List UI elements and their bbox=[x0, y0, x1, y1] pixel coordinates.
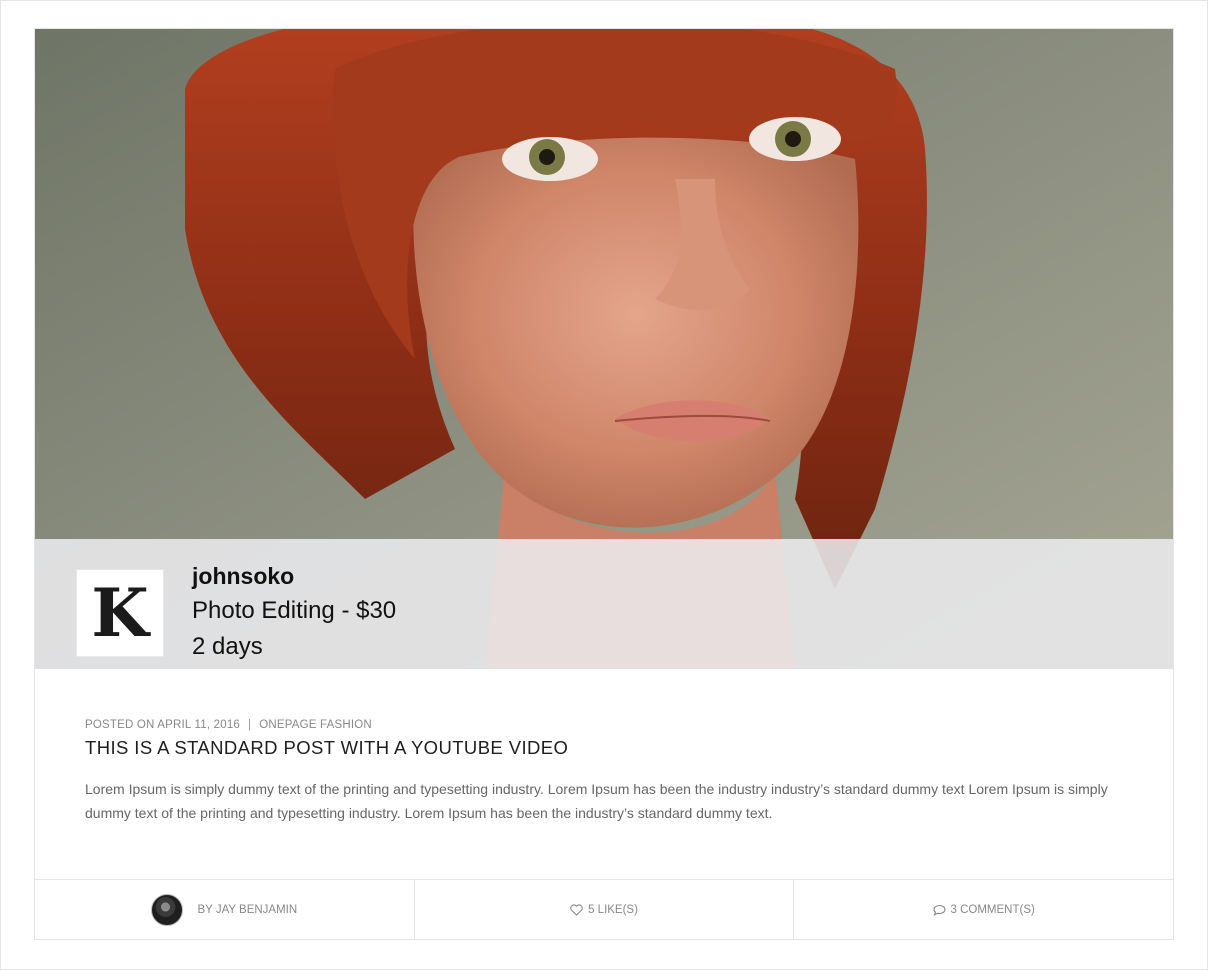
service-price: Photo Editing - $30 bbox=[192, 597, 397, 624]
post-meta: POSTED ON APRIL 11, 2016 | ONEPAGE FASHION bbox=[85, 719, 1125, 731]
meta-separator: | bbox=[248, 719, 252, 731]
post-excerpt: Lorem Ipsum is simply dummy text of the … bbox=[85, 781, 1108, 821]
author-name: BY JAY BENJAMIN bbox=[197, 904, 298, 916]
comments-button[interactable]: 3 COMMENT(S) bbox=[793, 880, 1173, 940]
likes-count: 5 LIKE(S) bbox=[588, 904, 638, 916]
comment-icon bbox=[932, 904, 946, 916]
delivery-duration: 2 days bbox=[192, 633, 263, 660]
post-title[interactable]: THIS IS A STANDARD POST WITH A YOUTUBE V… bbox=[85, 737, 1125, 759]
post-featured-image[interactable]: K johnsoko Photo Editing - $30 2 days bbox=[35, 29, 1173, 669]
post-author[interactable]: BY JAY BENJAMIN bbox=[35, 880, 414, 940]
likes-button[interactable]: 5 LIKE(S) bbox=[413, 880, 794, 940]
post-content: POSTED ON APRIL 11, 2016 | ONEPAGE FASHION… bbox=[85, 719, 1125, 825]
seller-logo-letter: K bbox=[91, 574, 149, 652]
post-date: POSTED ON APRIL 11, 2016 bbox=[85, 719, 241, 731]
post-category-link[interactable]: ONEPAGE FASHION bbox=[259, 719, 372, 731]
blog-post-card: K johnsoko Photo Editing - $30 2 days PO… bbox=[34, 28, 1174, 940]
heart-icon bbox=[570, 904, 583, 916]
comments-count: 3 COMMENT(S) bbox=[950, 904, 1035, 916]
seller-logo: K bbox=[77, 570, 163, 656]
seller-name: johnsoko bbox=[192, 563, 295, 589]
seller-info: johnsoko Photo Editing - $30 2 days bbox=[192, 561, 396, 665]
post-footer: BY JAY BENJAMIN 5 LIKE(S) 3 COMMENT(S) bbox=[35, 879, 1173, 940]
author-avatar bbox=[151, 894, 184, 926]
seller-banner: K johnsoko Photo Editing - $30 2 days bbox=[35, 539, 1173, 669]
